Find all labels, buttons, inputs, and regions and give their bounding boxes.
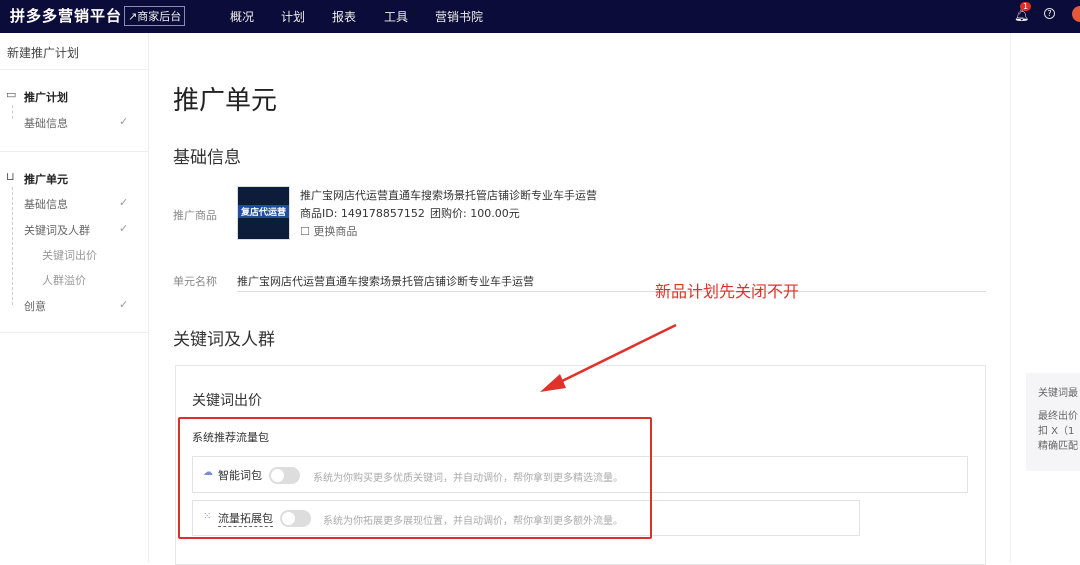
edit-icon: ☐ bbox=[300, 225, 314, 238]
right-panel-line: 扣 X（1 bbox=[1038, 426, 1075, 437]
avatar[interactable] bbox=[1072, 6, 1080, 22]
notification-badge: 1 bbox=[1020, 2, 1032, 11]
group-price: 团购价: 100.00元 bbox=[430, 207, 520, 220]
annotation-highlight-box bbox=[178, 417, 652, 539]
sidebar-item-crowd-premium[interactable]: 人群溢价 bbox=[42, 272, 86, 288]
unit-name-input[interactable]: 推广宝网店代运营直通车搜索场景托管店铺诊断专业车手运营 bbox=[237, 273, 534, 289]
sidebar-item-keywords[interactable]: 关键词及人群 bbox=[24, 222, 90, 238]
merchant-backend-link[interactable]: ↗商家后台 bbox=[124, 6, 186, 26]
nav-overview[interactable]: 概况 bbox=[230, 8, 254, 25]
logo[interactable]: 拼多多营销平台 bbox=[10, 5, 122, 26]
sidebar-item-keyword-bid[interactable]: 关键词出价 bbox=[42, 247, 97, 263]
product-id: 商品ID: 149178857152 bbox=[300, 207, 425, 220]
sidebar-item-plan-basic[interactable]: 基础信息 bbox=[24, 115, 68, 131]
sidebar-item-unit-basic[interactable]: 基础信息 bbox=[24, 196, 68, 212]
section-basic-info: 基础信息 bbox=[173, 148, 241, 168]
product-thumbnail: 复店代运营 bbox=[237, 186, 290, 240]
check-icon: ✓ bbox=[119, 196, 129, 209]
check-icon: ✓ bbox=[119, 298, 129, 311]
check-icon: ✓ bbox=[119, 115, 129, 128]
sidebar-group-unit[interactable]: 推广单元 bbox=[24, 171, 68, 187]
page-title: 推广单元 bbox=[173, 86, 278, 116]
right-panel-title: 关键词最 bbox=[1038, 388, 1078, 399]
change-product-button[interactable]: ☐ 更换商品 bbox=[300, 223, 357, 239]
sidebar-title: 新建推广计划 bbox=[7, 46, 80, 60]
nav-plan[interactable]: 计划 bbox=[281, 8, 305, 25]
unit-icon: ⊔ bbox=[6, 170, 15, 183]
section-keywords: 关键词及人群 bbox=[173, 330, 275, 350]
nav-report[interactable]: 报表 bbox=[332, 8, 356, 25]
unit-name-label: 单元名称 bbox=[173, 275, 217, 288]
product-name: 推广宝网店代运营直通车搜索场景托管店铺诊断专业车手运营 bbox=[300, 189, 597, 202]
right-info-panel: 关键词最 最终出价 扣 X（1 精确匹配 bbox=[1026, 373, 1080, 471]
sidebar: 新建推广计划 ▭ 推广计划 基础信息 ✓ ⊔ 推广单元 基础信息 ✓ 关键词及人… bbox=[0, 33, 149, 562]
annotation-text: 新品计划先关闭不开 bbox=[655, 282, 800, 301]
top-bar: 拼多多营销平台 ↗商家后台 概况 计划 报表 工具 营销书院 🔔︎ 1 ? bbox=[0, 0, 1080, 33]
right-panel-line: 精确匹配 bbox=[1038, 441, 1078, 452]
right-panel-line: 最终出价 bbox=[1038, 411, 1078, 422]
sidebar-item-creative[interactable]: 创意 bbox=[24, 298, 46, 314]
annotation-arrow bbox=[540, 323, 677, 392]
nav-academy[interactable]: 营销书院 bbox=[435, 8, 483, 25]
keyword-bid-title: 关键词出价 bbox=[192, 393, 262, 409]
folder-icon: ▭ bbox=[6, 88, 17, 101]
help-icon[interactable]: ? bbox=[1044, 8, 1055, 19]
check-icon: ✓ bbox=[119, 222, 129, 235]
nav-tools[interactable]: 工具 bbox=[384, 8, 408, 25]
sidebar-group-plan[interactable]: 推广计划 bbox=[24, 89, 68, 105]
product-label: 推广商品 bbox=[173, 209, 217, 222]
